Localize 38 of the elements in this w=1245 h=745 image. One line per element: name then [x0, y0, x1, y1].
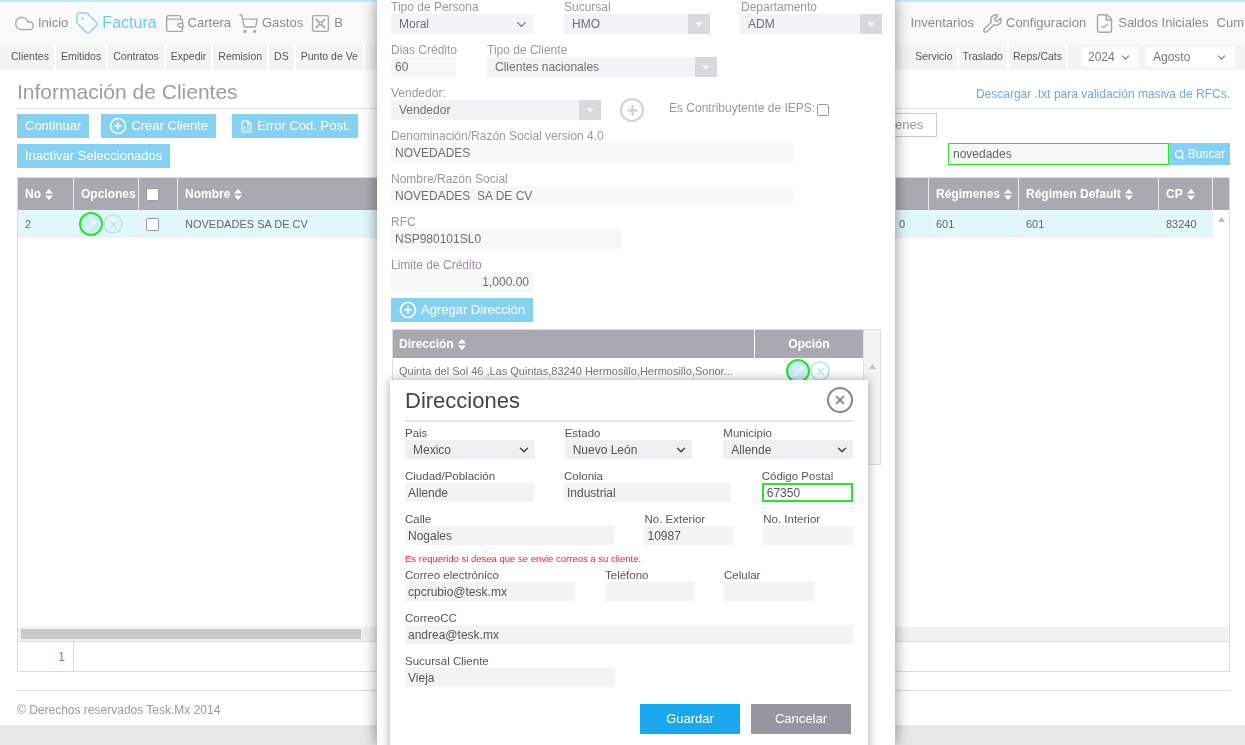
field-label: Sucursal — [564, 0, 612, 14]
field-label: Denominación/Razón Social version 4.0 — [391, 129, 605, 143]
field-label: Sucursal Cliente — [405, 654, 490, 668]
table-cell-text: 2 — [25, 216, 32, 232]
field-label: Departamento — [741, 0, 819, 14]
table-cell-text: 601 — [936, 216, 955, 232]
field-label: Celular — [724, 568, 762, 582]
field-label: Tipo de Persona — [391, 0, 480, 14]
field-label: Limite de Crédito — [391, 258, 483, 272]
field-label: Ciudad/Población — [405, 469, 497, 483]
field-label: RFC — [391, 215, 417, 229]
field-label: Dias Crédito — [391, 43, 458, 57]
field-label: Nombre/Razón Social — [391, 172, 509, 186]
field-label: Tipo de Cliente — [487, 43, 569, 57]
table-cell-text: Quinta del Sol 46 ,Las Quintas,83240 Hermosillo,Hermosillo,Sonor... — [398, 363, 734, 379]
field-label: Teléfono — [605, 568, 650, 582]
footer-text: © Derechos reservados Tesk.Mx 2014 — [17, 702, 221, 719]
field-label: Código Postal — [761, 469, 835, 483]
table-cell-text: 0 — [899, 216, 906, 232]
table-cell-text: 83240 — [1166, 216, 1197, 232]
field-label: Estado — [564, 426, 602, 440]
field-label: No. Exterior — [644, 512, 707, 526]
validation-message: Es requerido si desea que se envie correos a su cliente. — [405, 553, 643, 565]
field-label: Colonia — [564, 469, 604, 483]
dialog-title: Direcciones — [405, 386, 520, 415]
field-label: Correo electrónico — [405, 568, 500, 582]
field-label: CorreoCC — [405, 611, 458, 625]
table-cell-text: 601 — [1026, 216, 1045, 232]
column-header: Opciones — [81, 186, 136, 203]
page-title: Información de Clientes — [17, 79, 238, 105]
ieps-label: Es Contribuytente de IEPS: — [669, 100, 816, 117]
table-cell-text: NOVEDADES SA DE CV — [185, 216, 308, 232]
field-label: Pais — [405, 426, 429, 440]
field-label: Municipio — [723, 426, 773, 440]
column-header: Opción — [788, 336, 830, 353]
field-label: No. Interior — [763, 512, 822, 526]
field-label: Calle — [405, 512, 433, 526]
field-label: Vendedor: — [391, 86, 447, 100]
